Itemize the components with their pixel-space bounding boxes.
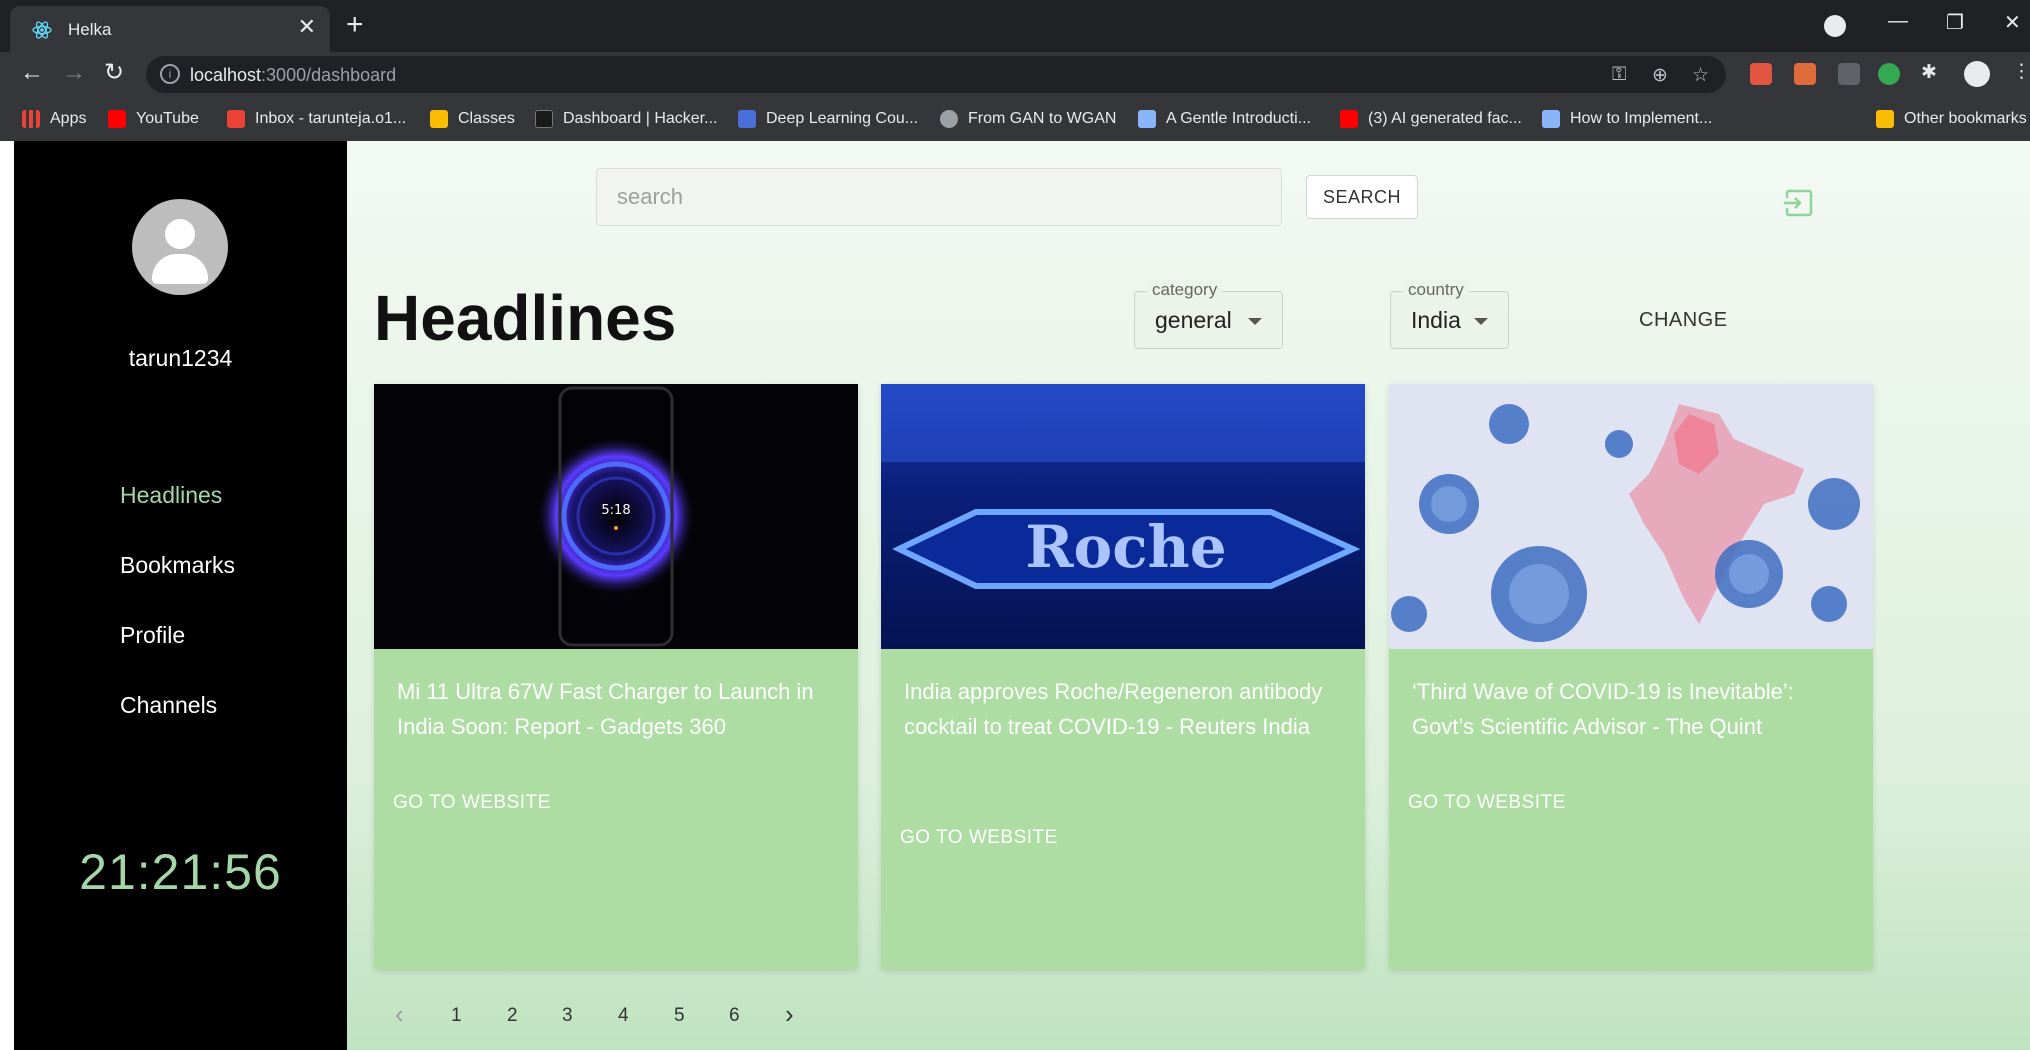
browser-tab[interactable]: Helka ✕ [10,6,330,52]
browser-toolbar: ← → ↻ i localhost:3000/dashboard ⚿ ⊕ ☆ ✱… [0,52,2030,97]
change-button[interactable]: CHANGE [1639,309,1728,332]
page-number[interactable]: 4 [618,1005,629,1027]
go-to-website-link[interactable]: GO TO WEBSITE [393,792,551,814]
page-number[interactable]: 3 [562,1005,573,1027]
profile-avatar-icon[interactable] [1964,61,1990,87]
bookmark-item[interactable]: Deep Learning Cou... [738,106,918,132]
next-page-icon[interactable]: › [785,999,794,1030]
bookmark-item[interactable]: (3) AI generated fac... [1340,106,1522,132]
reload-icon[interactable]: ↻ [104,58,124,88]
bookmark-star-icon[interactable]: ☆ [1692,64,1709,87]
bookmarks-bar: Apps YouTube Inbox - tarunteja.o1... Cla… [0,97,2030,141]
svg-text:5:18: 5:18 [601,503,630,518]
page-number[interactable]: 1 [451,1005,462,1027]
prev-page-icon[interactable]: ‹ [395,999,404,1030]
bookmark-item[interactable]: Classes [430,106,515,132]
folder-icon [1876,110,1894,128]
sidebar-item-channels[interactable]: Channels [120,692,217,719]
chevron-down-icon [1248,318,1262,325]
globe-icon [940,110,958,128]
news-card: ‘Third Wave of COVID-19 is Inevitable’: … [1389,384,1873,969]
category-value: general [1155,307,1232,333]
extension-icon[interactable] [1878,63,1900,85]
username: tarun1234 [128,345,233,371]
bookmark-item[interactable]: Inbox - tarunteja.o1... [227,106,406,132]
category-label: category [1147,280,1223,300]
url-text: localhost:3000/dashboard [190,65,397,85]
category-select[interactable]: category general [1134,280,1283,349]
covid-india-map-image [1389,384,1873,649]
tab-search-icon[interactable] [1824,15,1846,37]
browser-chrome: Helka ✕ + — ❐ ✕ ← → ↻ i localhost:3000/d… [0,0,2030,141]
puzzle-icon[interactable]: ✱ [1921,61,1937,84]
back-icon[interactable]: ← [20,58,44,88]
card-headline: Mi 11 Ultra 67W Fast Charger to Launch i… [397,679,814,739]
hackerrank-icon [535,110,553,128]
bookmark-item[interactable]: Apps [22,106,86,132]
bookmark-item[interactable]: A Gentle Introducti... [1138,106,1311,132]
news-card: 5:18 Mi 11 Ultra 67W Fast Charger to Lau… [374,384,858,969]
page-edge [0,141,14,1050]
bookmark-item[interactable]: YouTube [108,106,199,132]
country-value: India [1411,307,1461,333]
classroom-icon [430,110,448,128]
gmail-icon [227,110,245,128]
logout-icon[interactable] [1783,189,1813,217]
bookmark-item[interactable]: From GAN to WGAN [940,106,1116,132]
address-bar[interactable]: i localhost:3000/dashboard ⚿ ⊕ ☆ [146,56,1726,93]
coursera-icon [738,110,756,128]
card-headline: ‘Third Wave of COVID-19 is Inevitable’: … [1412,679,1794,739]
page-number[interactable]: 2 [507,1005,518,1027]
new-tab-icon[interactable]: + [346,10,364,40]
window-close-icon[interactable]: ✕ [2004,10,2021,35]
bookmark-item[interactable]: How to Implement... [1542,106,1712,132]
page-icon [1542,110,1560,128]
main-content: SEARCH Headlines category general countr… [347,141,2030,1050]
page-icon [1138,110,1156,128]
page-title: Headlines [374,282,677,354]
sidebar-item-bookmarks[interactable]: Bookmarks [120,552,235,579]
search-input[interactable] [597,169,1281,225]
forward-icon[interactable]: → [62,58,86,88]
page-number[interactable]: 6 [729,1005,740,1027]
app-viewport: tarun1234 Headlines Bookmarks Profile Ch… [0,141,2030,1050]
tab-title: Helka [68,20,112,39]
apps-grid-icon [22,110,40,128]
phone-charger-image: 5:18 [374,384,858,649]
chevron-down-icon [1474,318,1488,325]
tab-close-icon[interactable]: ✕ [298,16,316,38]
youtube-icon [1340,110,1358,128]
sidebar: tarun1234 Headlines Bookmarks Profile Ch… [14,141,347,1050]
go-to-website-link[interactable]: GO TO WEBSITE [1408,792,1566,814]
clock: 21:21:56 [79,844,282,900]
extension-icon[interactable] [1794,63,1816,85]
page-number[interactable]: 5 [674,1005,685,1027]
sidebar-item-profile[interactable]: Profile [120,622,185,649]
news-card: Roche India approves Roche/Regeneron ant… [881,384,1365,969]
site-info-icon[interactable]: i [160,64,180,84]
search-button[interactable]: SEARCH [1306,175,1418,219]
youtube-icon [108,110,126,128]
minimize-icon[interactable]: — [1888,10,1908,33]
go-to-website-link[interactable]: GO TO WEBSITE [900,827,1058,849]
menu-kebab-icon[interactable]: ⋮ [2012,60,2030,83]
zoom-icon[interactable]: ⊕ [1652,64,1668,87]
country-label: country [1403,280,1469,300]
card-headline: India approves Roche/Regeneron antibody … [904,679,1323,739]
svg-text:Roche: Roche [1025,513,1226,581]
react-icon [32,21,52,39]
extension-icon[interactable] [1750,63,1772,85]
other-bookmarks[interactable]: Other bookmarks [1876,106,2027,132]
restore-icon[interactable]: ❐ [1946,10,1964,35]
sidebar-item-headlines[interactable]: Headlines [120,482,222,509]
country-select[interactable]: country India [1390,280,1509,349]
user-avatar-icon [132,199,228,295]
tab-strip: Helka ✕ + — ❐ ✕ [0,0,2030,52]
bookmark-item[interactable]: Dashboard | Hacker... [535,106,717,132]
search-field[interactable] [596,168,1282,226]
extension-icon[interactable] [1838,63,1860,85]
key-icon[interactable]: ⚿ [1612,64,1626,86]
roche-logo-image: Roche [881,384,1365,649]
